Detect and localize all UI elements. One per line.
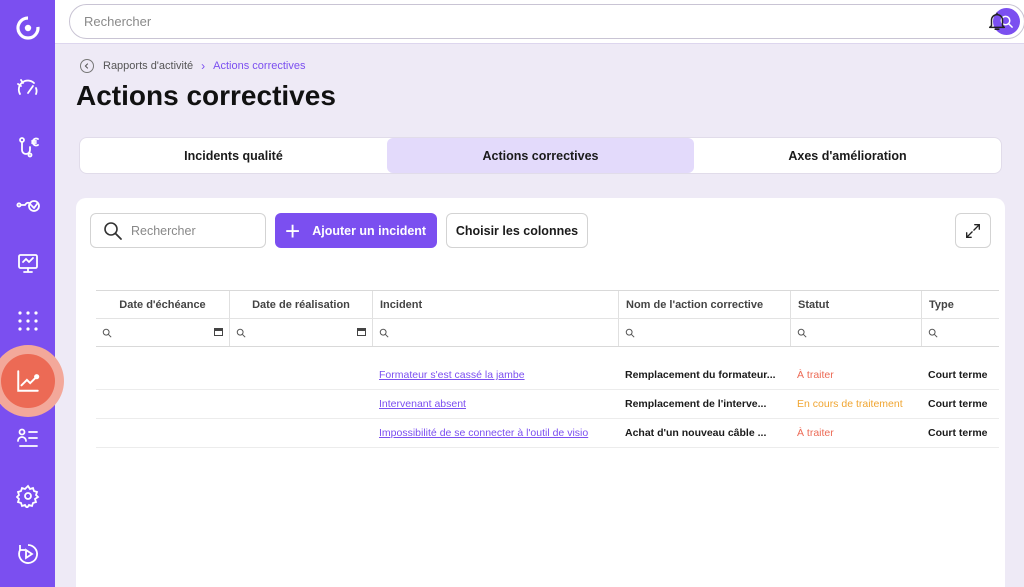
filter-search-icon	[236, 328, 246, 338]
breadcrumb-parent-link[interactable]: Rapports d'activité	[103, 60, 193, 72]
speed-gauge-icon[interactable]	[12, 72, 44, 104]
table-spacer	[96, 347, 999, 361]
cell-completion-date	[229, 390, 372, 418]
tab-actions-correctives[interactable]: Actions correctives	[387, 138, 694, 173]
expand-icon[interactable]	[955, 213, 991, 248]
cell-incident: Impossibilité de se connecter à l'outil …	[372, 419, 618, 447]
filter-action-name[interactable]	[618, 319, 790, 346]
table-search-input[interactable]: Rechercher	[90, 213, 266, 248]
tab-axes-amelioration[interactable]: Axes d'amélioration	[694, 138, 1001, 173]
cell-status: À traiter	[797, 369, 834, 381]
dots-grid-icon[interactable]	[12, 305, 44, 337]
logo-icon[interactable]	[12, 12, 44, 44]
cell-due-date	[96, 390, 229, 418]
filter-search-icon	[797, 328, 807, 338]
activity-chart-icon[interactable]	[1, 354, 55, 408]
table-row[interactable]: Impossibilité de se connecter à l'outil …	[96, 419, 999, 448]
filter-search-icon	[625, 328, 635, 338]
breadcrumb-current: Actions correctives	[213, 60, 306, 72]
content-card: Rechercher + Ajouter un incident Choisir…	[76, 198, 1005, 587]
filter-incident[interactable]	[372, 319, 618, 346]
filter-status[interactable]	[790, 319, 921, 346]
cell-completion-date	[229, 419, 372, 447]
finance-path-icon[interactable]	[12, 131, 44, 163]
incident-link[interactable]: Impossibilité de se connecter à l'outil …	[379, 427, 588, 439]
cell-due-date	[96, 419, 229, 447]
cell-status: À traiter	[797, 427, 834, 439]
notification-bell-icon[interactable]	[986, 9, 1008, 33]
flow-check-icon[interactable]	[12, 189, 44, 221]
calendar-icon[interactable]	[357, 328, 366, 336]
cell-action-name: Remplacement du formateur...	[625, 369, 776, 381]
chevron-right-icon: ›	[201, 59, 206, 73]
help-play-icon[interactable]	[12, 538, 44, 570]
back-arrow-icon[interactable]	[80, 59, 94, 73]
breadcrumb: Rapports d'activité › Actions corrective…	[80, 59, 305, 73]
cell-completion-date	[229, 361, 372, 389]
table-header-row: Date d'échéance Date de réalisation Inci…	[96, 290, 999, 319]
presentation-board-icon[interactable]	[12, 247, 44, 279]
global-search-input[interactable]: Rechercher	[69, 4, 1024, 39]
incident-link[interactable]: Intervenant absent	[379, 398, 466, 410]
magnifier-icon	[104, 221, 122, 240]
add-incident-button[interactable]: + Ajouter un incident	[275, 213, 437, 248]
incident-link[interactable]: Formateur s'est cassé la jambe	[379, 369, 525, 381]
table-row[interactable]: Formateur s'est cassé la jambe Remplacem…	[96, 361, 999, 390]
cell-type: Court terme	[928, 369, 988, 381]
tab-bar: Incidents qualité Actions correctives Ax…	[79, 137, 1002, 174]
column-header-incident[interactable]: Incident	[372, 291, 618, 318]
filter-search-icon	[102, 328, 112, 338]
calendar-icon[interactable]	[214, 328, 223, 336]
top-bar: Rechercher	[55, 0, 1024, 44]
column-header-type[interactable]: Type	[921, 291, 999, 318]
cell-action-name: Achat d'un nouveau câble ...	[625, 427, 767, 439]
filter-search-icon	[928, 328, 938, 338]
data-table: Date d'échéance Date de réalisation Inci…	[96, 290, 999, 448]
cell-type: Court terme	[928, 427, 988, 439]
column-header-due-date[interactable]: Date d'échéance	[96, 291, 229, 318]
filter-type[interactable]	[921, 319, 999, 346]
cell-incident: Formateur s'est cassé la jambe	[372, 361, 618, 389]
choose-columns-button[interactable]: Choisir les colonnes	[446, 213, 588, 248]
filter-search-icon	[379, 328, 389, 338]
table-row[interactable]: Intervenant absent Remplacement de l'int…	[96, 390, 999, 419]
filter-row	[96, 319, 999, 347]
people-list-icon[interactable]	[12, 422, 44, 454]
cell-action-name: Remplacement de l'interve...	[625, 398, 767, 410]
page-title: Actions correctives	[76, 80, 336, 111]
global-search-placeholder: Rechercher	[84, 14, 152, 29]
column-header-completion-date[interactable]: Date de réalisation	[229, 291, 372, 318]
cell-due-date	[96, 361, 229, 389]
table-search-placeholder: Rechercher	[131, 223, 196, 238]
filter-completion-date[interactable]	[229, 319, 372, 346]
tab-incidents-qualite[interactable]: Incidents qualité	[80, 138, 387, 173]
sidebar	[0, 0, 64, 587]
filter-due-date[interactable]	[96, 319, 229, 346]
add-incident-label: Ajouter un incident	[312, 223, 427, 238]
column-header-action-name[interactable]: Nom de l'action corrective	[618, 291, 790, 318]
column-header-status[interactable]: Statut	[790, 291, 921, 318]
settings-gear-icon[interactable]	[12, 480, 44, 512]
cell-incident: Intervenant absent	[372, 390, 618, 418]
plus-icon: +	[285, 215, 301, 246]
cell-type: Court terme	[928, 398, 988, 410]
cell-status: En cours de traitement	[797, 398, 903, 410]
